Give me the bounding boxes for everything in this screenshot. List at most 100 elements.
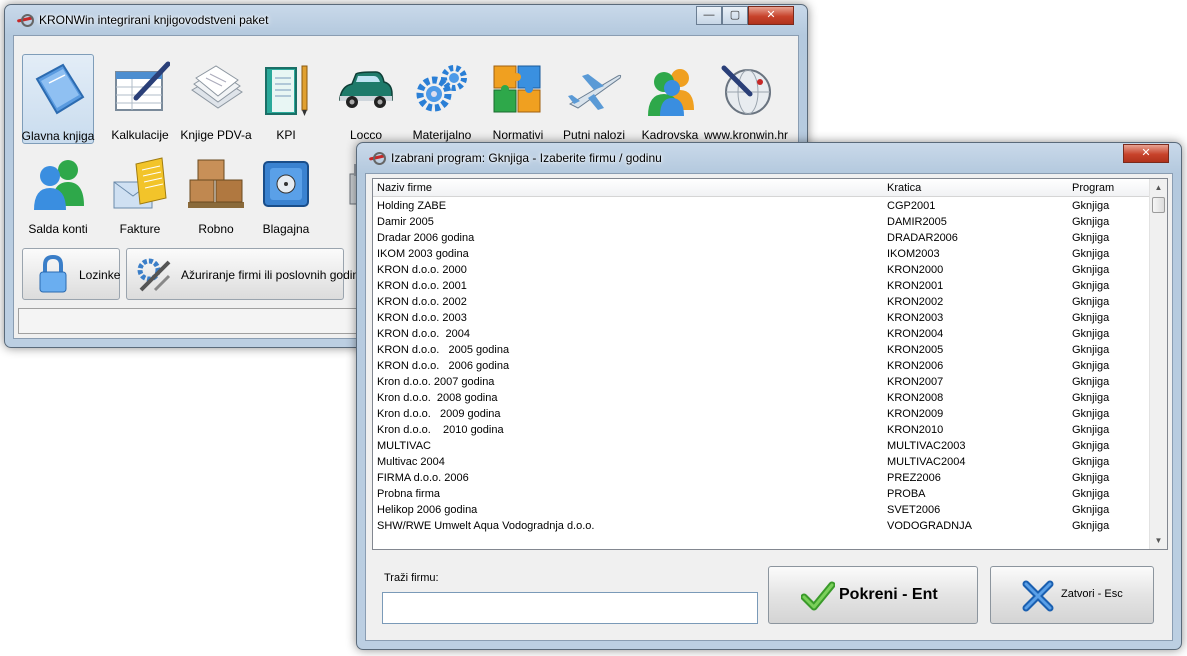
main-close-button[interactable]: ✕ — [748, 6, 794, 25]
tile-www-kronwin[interactable]: www.kronwin.hr — [704, 54, 788, 144]
cell-kratica: KRON2002 — [887, 296, 944, 308]
cell-kratica: PROBA — [887, 488, 926, 500]
table-row[interactable]: Probna firma PROBA Gknjiga — [373, 487, 1149, 503]
dialog-title: Izabrani program: Gknjiga - Izaberite fi… — [391, 151, 662, 165]
table-row[interactable]: MULTIVAC MULTIVAC2003 Gknjiga — [373, 439, 1149, 455]
tile-glavna-knjiga[interactable]: Glavna knjiga — [22, 54, 94, 144]
scroll-down-arrow-icon[interactable]: ▼ — [1150, 532, 1167, 549]
button-label: Lozinke — [79, 268, 121, 282]
cell-program: Gknjiga — [1072, 376, 1110, 388]
minimize-button[interactable]: — — [696, 6, 722, 25]
cell-kratica: MULTIVAC2003 — [887, 440, 966, 452]
scroll-up-arrow-icon[interactable]: ▲ — [1150, 179, 1167, 196]
tile-label: KPI — [276, 128, 296, 142]
tile-putni-nalozi[interactable]: Putni nalozi — [558, 54, 630, 144]
cell-naziv: IKOM 2003 godina — [377, 248, 469, 260]
table-row[interactable]: KRON d.o.o. 2005 godina KRON2005 Gknjiga — [373, 343, 1149, 359]
cell-program: Gknjiga — [1072, 328, 1110, 340]
tile-kadrovska[interactable]: Kadrovska — [634, 54, 706, 144]
lozinke-button[interactable]: Lozinke — [22, 248, 120, 300]
cell-program: Gknjiga — [1072, 520, 1110, 532]
tile-label: Salda konti — [28, 222, 88, 236]
padlock-icon — [39, 254, 67, 293]
cell-naziv: KRON d.o.o. 2001 — [377, 280, 467, 292]
tile-normativi[interactable]: Normativi — [482, 54, 554, 144]
boxes-pallet-icon — [188, 159, 244, 208]
start-button[interactable]: Pokreni - Ent — [768, 566, 978, 624]
table-row[interactable]: IKOM 2003 godina IKOM2003 Gknjiga — [373, 247, 1149, 263]
cell-kratica: KRON2006 — [887, 360, 944, 372]
cell-naziv: FIRMA d.o.o. 2006 — [377, 472, 469, 484]
table-row[interactable]: KRON d.o.o. 2006 godina KRON2006 Gknjiga — [373, 359, 1149, 375]
cell-program: Gknjiga — [1072, 472, 1110, 484]
column-header-naziv[interactable]: Naziv firme — [377, 182, 432, 194]
tile-label: Blagajna — [262, 222, 310, 236]
tile-salda-konti[interactable]: Salda konti — [22, 148, 94, 238]
main-titlebar[interactable]: KRONWin integrirani knjigovodstveni pake… — [5, 5, 807, 35]
close-button-label: Zatvori - Esc — [1061, 588, 1123, 600]
close-dialog-button[interactable]: Zatvori - Esc — [990, 566, 1154, 624]
airplane-icon — [568, 74, 622, 110]
tile-materijalno[interactable]: Materijalno — [406, 54, 478, 144]
table-row[interactable]: Kron d.o.o. 2007 godina KRON2007 Gknjiga — [373, 375, 1149, 391]
cell-naziv: Kron d.o.o. 2008 godina — [377, 392, 498, 404]
cell-program: Gknjiga — [1072, 440, 1110, 452]
table-row[interactable]: Helikop 2006 godina SVET2006 Gknjiga — [373, 503, 1149, 519]
table-row[interactable]: Dradar 2006 godina DRADAR2006 Gknjiga — [373, 231, 1149, 247]
main-window-title: KRONWin integrirani knjigovodstveni pake… — [39, 13, 269, 27]
azuriranje-firmi-button[interactable]: Ažuriranje firmi ili poslovnih godina — [126, 248, 366, 300]
table-row[interactable]: KRON d.o.o. 2004 KRON2004 Gknjiga — [373, 327, 1149, 343]
cell-naziv: SHW/RWE Umwelt Aqua Vodogradnja d.o.o. — [377, 520, 595, 532]
cell-naziv: KRON d.o.o. 2002 — [377, 296, 467, 308]
table-row[interactable]: Holding ZABE CGP2001 Gknjiga — [373, 199, 1149, 215]
company-list[interactable]: Naziv firme Kratica Program Holding ZABE… — [372, 178, 1168, 550]
cell-program: Gknjiga — [1072, 392, 1110, 404]
search-label: Traži firmu: — [384, 572, 439, 584]
cell-program: Gknjiga — [1072, 504, 1110, 516]
cell-program: Gknjiga — [1072, 344, 1110, 356]
table-row[interactable]: Kron d.o.o. 2008 godina KRON2008 Gknjiga — [373, 391, 1149, 407]
cell-program: Gknjiga — [1072, 360, 1110, 372]
column-header-program[interactable]: Program — [1072, 182, 1114, 194]
table-row[interactable]: Kron d.o.o. 2010 godina KRON2010 Gknjiga — [373, 423, 1149, 439]
table-row[interactable]: KRON d.o.o. 2002 KRON2002 Gknjiga — [373, 295, 1149, 311]
table-row[interactable]: SHW/RWE Umwelt Aqua Vodogradnja d.o.o. VO… — [373, 519, 1149, 535]
table-row[interactable]: Kron d.o.o. 2009 godina KRON2009 Gknjiga — [373, 407, 1149, 423]
puzzle-icon — [493, 65, 541, 113]
tile-kpi[interactable]: KPI — [250, 54, 322, 144]
cell-program: Gknjiga — [1072, 248, 1110, 260]
dialog-close-button[interactable]: ✕ — [1123, 144, 1169, 163]
cell-kratica: KRON2007 — [887, 376, 944, 388]
cell-naziv: KRON d.o.o. 2003 — [377, 312, 467, 324]
cell-kratica: KRON2010 — [887, 424, 944, 436]
cell-kratica: KRON2005 — [887, 344, 944, 356]
checkmark-icon — [801, 581, 835, 611]
car-icon — [339, 71, 393, 108]
globe-pen-icon — [721, 65, 771, 115]
cell-kratica: DAMIR2005 — [887, 216, 947, 228]
cell-naziv: Dradar 2006 godina — [377, 232, 475, 244]
tile-kalkulacije[interactable]: Kalkulacije — [104, 54, 176, 144]
cell-naziv: Multivac 2004 — [377, 456, 445, 468]
scroll-thumb[interactable] — [1152, 197, 1165, 213]
table-row[interactable]: Damir 2005 DAMIR2005 Gknjiga — [373, 215, 1149, 231]
column-header-kratica[interactable]: Kratica — [887, 182, 921, 194]
table-row[interactable]: FIRMA d.o.o. 2006 PREZ2006 Gknjiga — [373, 471, 1149, 487]
table-row[interactable]: Multivac 2004 MULTIVAC2004 Gknjiga — [373, 455, 1149, 471]
cell-naziv: Helikop 2006 godina — [377, 504, 478, 516]
tile-blagajna[interactable]: Blagajna — [250, 148, 322, 238]
tile-fakture[interactable]: Fakture — [104, 148, 176, 238]
cell-naziv: Holding ZABE — [377, 200, 447, 212]
table-row[interactable]: KRON d.o.o. 2000 KRON2000 Gknjiga — [373, 263, 1149, 279]
list-scrollbar[interactable]: ▲ ▼ — [1149, 179, 1167, 549]
table-row[interactable]: KRON d.o.o. 2003 KRON2003 Gknjiga — [373, 311, 1149, 327]
search-company-input[interactable] — [382, 592, 758, 624]
ledger-book-icon — [35, 63, 85, 115]
table-row[interactable]: KRON d.o.o. 2001 KRON2001 Gknjiga — [373, 279, 1149, 295]
cell-naziv: Probna firma — [377, 488, 440, 500]
dialog-client-area: Naziv firme Kratica Program Holding ZABE… — [365, 173, 1173, 641]
tile-locco[interactable]: Locco — [330, 54, 402, 144]
safe-icon — [263, 161, 309, 207]
dialog-titlebar[interactable]: Izabrani program: Gknjiga - Izaberite fi… — [357, 143, 1181, 173]
maximize-button[interactable]: ▢ — [722, 6, 748, 25]
